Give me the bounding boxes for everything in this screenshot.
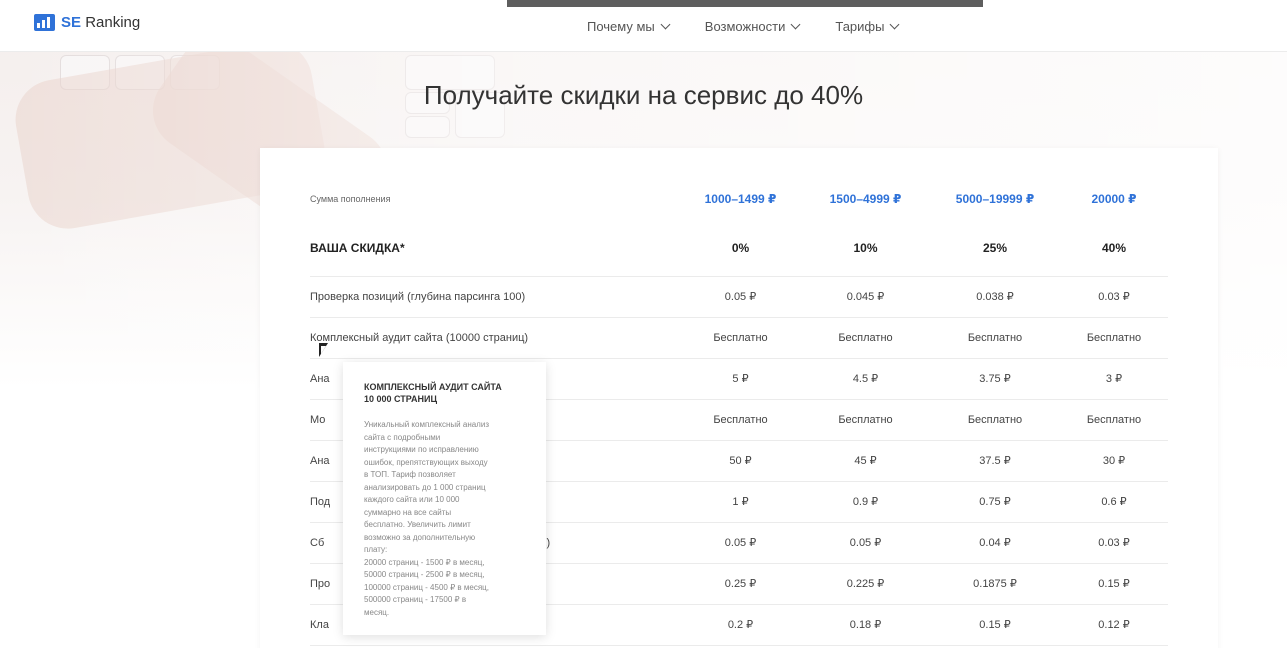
price-cell: 0.75 ₽	[930, 481, 1060, 523]
price-cell: 0.15 ₽	[930, 604, 1060, 646]
price-cell: 0.03 ₽	[1060, 522, 1168, 564]
discount-value: 10%	[801, 220, 930, 277]
price-cell: Бесплатно	[680, 317, 801, 359]
nav-features[interactable]: Возможности	[705, 19, 801, 34]
price-cell: Бесплатно	[680, 399, 801, 441]
amount-label: Сумма пополнения	[310, 194, 391, 204]
price-cell: 0.6 ₽	[1060, 481, 1168, 523]
price-cell: 50 ₽	[680, 440, 801, 482]
table-row: Комплексный аудит сайта (10000 страниц) Б…	[310, 317, 1168, 359]
logo[interactable]: SE Ranking	[34, 14, 140, 31]
price-cell: Бесплатно	[1060, 399, 1168, 441]
nav-why-us[interactable]: Почему мы	[587, 19, 671, 34]
price-cell: Бесплатно	[930, 317, 1060, 359]
price-cell: 0.045 ₽	[801, 276, 930, 318]
amount-tier: 1500–4999 ₽	[829, 192, 902, 206]
price-cell: 0.03 ₽	[1060, 276, 1168, 318]
table-header-row: Сумма пополнения 1000–1499 ₽ 1500–4999 ₽…	[310, 178, 1168, 220]
audit-tooltip: КОМПЛЕКСНЫЙ АУДИТ САЙТА 10 000 СТРАНИЦ У…	[343, 362, 546, 635]
price-cell: 0.2 ₽	[680, 604, 801, 646]
price-cell: 3.75 ₽	[930, 358, 1060, 400]
site-header: SE Ranking Почему мы Возможности Тарифы	[0, 0, 1287, 52]
discount-value: 40%	[1060, 220, 1168, 277]
price-cell: 4.5 ₽	[801, 358, 930, 400]
main-nav: Почему мы Возможности Тарифы	[587, 19, 900, 34]
price-cell: 0.12 ₽	[1060, 604, 1168, 646]
price-cell: 37.5 ₽	[930, 440, 1060, 482]
row-label[interactable]: Комплексный аудит сайта (10000 страниц)	[310, 317, 680, 359]
chevron-down-icon	[660, 19, 671, 30]
amount-tier: 1000–1499 ₽	[704, 192, 777, 206]
top-bar	[507, 0, 983, 7]
row-label[interactable]: Проверка позиций (глубина парсинга 100)	[310, 276, 680, 318]
tooltip-title: КОМПЛЕКСНЫЙ АУДИТ САЙТА 10 000 СТРАНИЦ	[364, 382, 502, 404]
discount-label: ВАША СКИДКА*	[310, 220, 680, 277]
price-cell: 0.18 ₽	[801, 604, 930, 646]
discount-value: 0%	[680, 220, 801, 277]
price-cell: 0.04 ₽	[930, 522, 1060, 564]
price-cell: 5 ₽	[680, 358, 801, 400]
price-cell: 0.05 ₽	[801, 522, 930, 564]
price-cell: 0.05 ₽	[680, 522, 801, 564]
price-cell: Бесплатно	[930, 399, 1060, 441]
discount-row: ВАША СКИДКА* 0% 10% 25% 40%	[310, 220, 1168, 277]
tooltip-body: Уникальный комплексный анализ сайта с по…	[364, 420, 489, 617]
nav-pricing[interactable]: Тарифы	[835, 19, 900, 34]
discount-value: 25%	[930, 220, 1060, 277]
page-title: Получайте скидки на сервис до 40%	[423, 80, 864, 110]
price-cell: 0.05 ₽	[680, 276, 801, 318]
price-cell: 45 ₽	[801, 440, 930, 482]
price-cell: 30 ₽	[1060, 440, 1168, 482]
table-row: Проверка позиций (глубина парсинга 100) 0…	[310, 276, 1168, 318]
price-cell: 0.15 ₽	[1060, 563, 1168, 605]
price-cell: 0.038 ₽	[930, 276, 1060, 318]
chevron-down-icon	[890, 19, 900, 30]
price-cell: 3 ₽	[1060, 358, 1168, 400]
amount-tier: 5000–19999 ₽	[955, 192, 1035, 206]
chevron-down-icon	[790, 19, 801, 30]
price-cell: 0.25 ₽	[680, 563, 801, 605]
price-cell: 0.9 ₽	[801, 481, 930, 523]
price-cell: 0.1875 ₽	[930, 563, 1060, 605]
price-cell: 0.225 ₽	[801, 563, 930, 605]
logo-icon	[34, 14, 55, 31]
price-cell: Бесплатно	[1060, 317, 1168, 359]
price-cell: 1 ₽	[680, 481, 801, 523]
price-cell: Бесплатно	[801, 317, 930, 359]
amount-tier: 20000 ₽	[1091, 192, 1137, 206]
price-cell: Бесплатно	[801, 399, 930, 441]
